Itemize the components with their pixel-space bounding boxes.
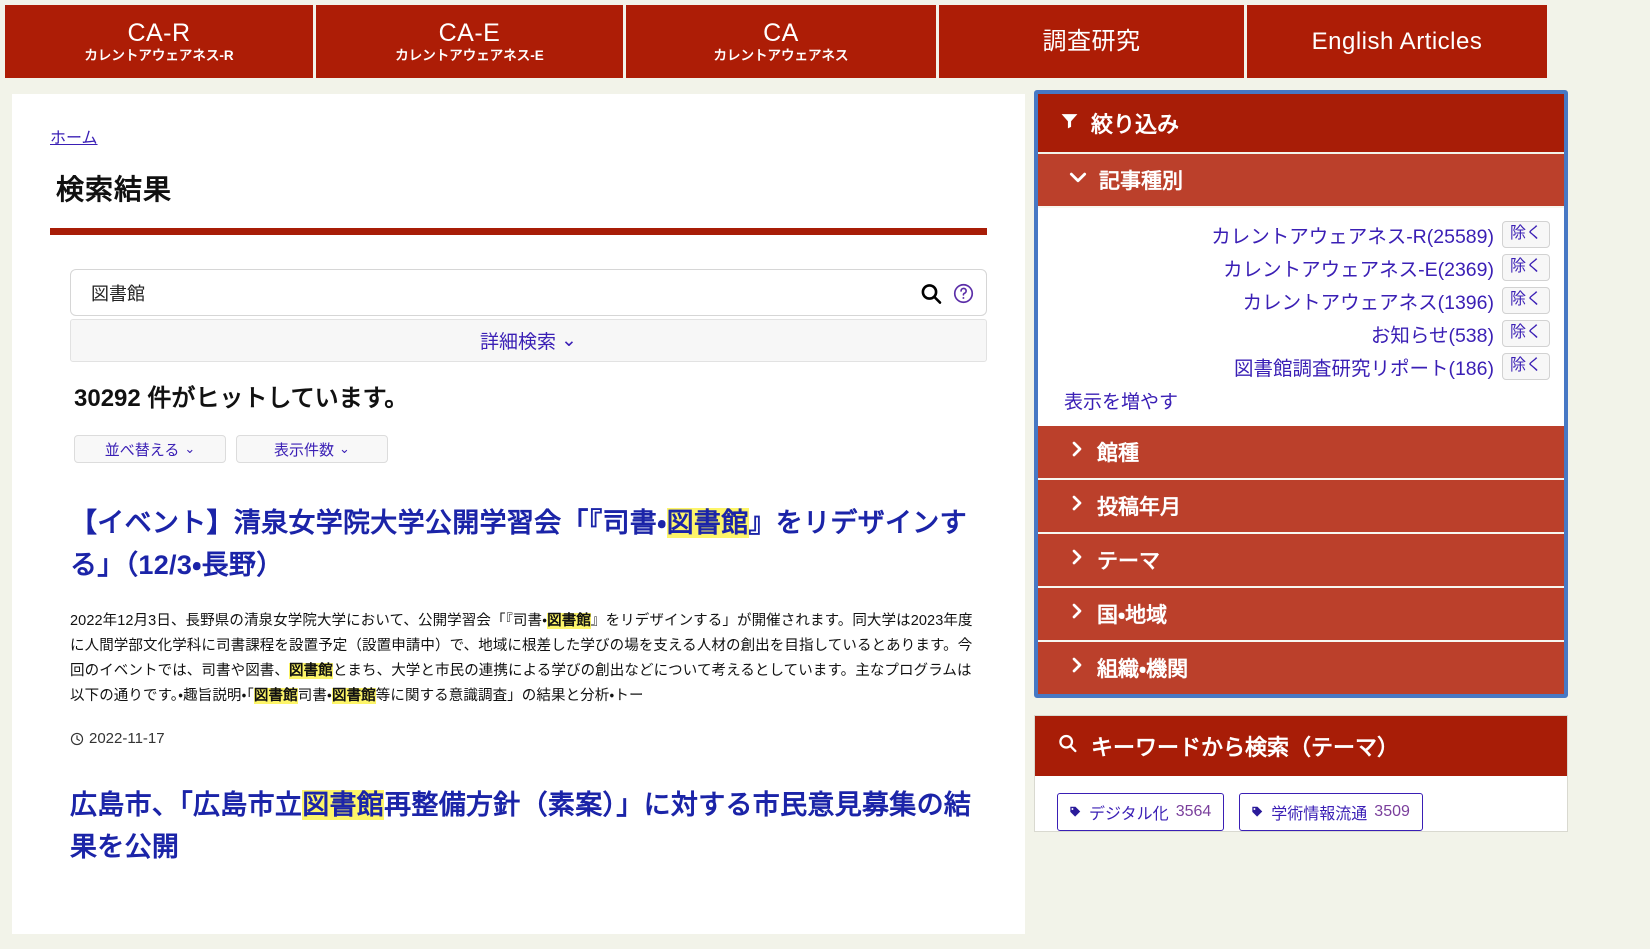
facet-item-link[interactable]: カレントアウェアネス(1396) <box>1243 286 1494 315</box>
chevron-down-icon: ⌄ <box>184 441 196 456</box>
facet-section-organization[interactable]: 組織・機関 <box>1038 642 1564 694</box>
chevron-right-icon <box>1068 548 1086 572</box>
facet-section-theme[interactable]: テーマ <box>1038 534 1564 588</box>
facet-item: 図書館調査研究リポート(186) 除く <box>1052 352 1550 381</box>
facet-section-label: 組織・機関 <box>1097 658 1189 681</box>
keyword-tag-label: 学術情報流通 <box>1271 806 1368 823</box>
nav-item-sub-label: カレントアウェアネス <box>713 48 849 64</box>
facet-item-link[interactable]: カレントアウェアネス-R(25589) <box>1211 220 1494 249</box>
filter-icon <box>1060 110 1079 136</box>
facet-item-link[interactable]: お知らせ(538) <box>1371 319 1494 348</box>
keyword-tag-count: 3564 <box>1175 803 1212 820</box>
keyword-tag-list: デジタル化 3564 学術情報流通 3509 <box>1035 776 1567 831</box>
nav-item-english-articles[interactable]: English Articles <box>1247 5 1547 78</box>
chevron-down-icon <box>1068 167 1088 193</box>
facet-item: カレントアウェアネス(1396) 除く <box>1052 286 1550 315</box>
keyword-tag[interactable]: 学術情報流通 3509 <box>1239 793 1423 831</box>
facet-exclude-button[interactable]: 除く <box>1501 286 1550 315</box>
page-title: 検索結果 <box>56 174 173 205</box>
facet-section-label: 投稿年月 <box>1097 496 1181 519</box>
sidebar: 絞り込み 記事種別 カレントアウェアネス-R(25589) 除く カレントアウェ… <box>1034 90 1568 832</box>
nav-item-main-label: 調査研究 <box>1042 27 1141 55</box>
keyword-panel-header-label: キーワードから検索（テーマ） <box>1091 735 1400 760</box>
keyword-panel-header: キーワードから検索（テーマ） <box>1035 716 1567 776</box>
chevron-down-icon: ⌄ <box>561 330 577 351</box>
facet-item: カレントアウェアネス-R(25589) 除く <box>1052 220 1550 249</box>
per-page-button[interactable]: 表示件数 ⌄ <box>236 435 388 463</box>
nav-item-research[interactable]: 調査研究 <box>939 5 1247 78</box>
advanced-search-label: 詳細検索 <box>480 332 557 353</box>
facet-section-article-type[interactable]: 記事種別 <box>1038 154 1564 208</box>
keyword-search-panel: キーワードから検索（テーマ） デジタル化 3564 学術情報流通 3509 <box>1034 715 1568 832</box>
sort-button[interactable]: 並べ替える ⌄ <box>74 435 226 463</box>
breadcrumb: ホーム <box>50 124 1025 148</box>
result-date: 2022-11-17 <box>70 730 977 747</box>
page-body: ホーム 検索結果 図書館 詳細検索 ⌄ 30292 件がヒットしています。 並べ… <box>0 78 1650 934</box>
keyword-tag[interactable]: デジタル化 3564 <box>1057 793 1225 831</box>
facet-item: カレントアウェアネス-E(2369) 除く <box>1052 253 1550 282</box>
hit-count-text: 30292 件がヒットしています。 <box>74 385 409 412</box>
nav-item-main-label: CA-E <box>438 18 501 47</box>
keyword-tag-count: 3509 <box>1374 803 1410 820</box>
chevron-right-icon <box>1068 494 1086 518</box>
facet-exclude-button[interactable]: 除く <box>1501 253 1550 282</box>
show-more-link[interactable]: 表示を増やす <box>1064 387 1178 414</box>
main-content: ホーム 検索結果 図書館 詳細検索 ⌄ 30292 件がヒットしています。 並べ… <box>12 94 1025 934</box>
facet-exclude-button[interactable]: 除く <box>1501 319 1550 348</box>
global-navigation: CA-R カレントアウェアネス-R CA-E カレントアウェアネス-E CA カ… <box>5 5 1550 78</box>
chevron-right-icon <box>1068 440 1086 464</box>
chevron-right-icon <box>1068 602 1086 626</box>
keyword-tag-label: デジタル化 <box>1089 806 1169 823</box>
nav-item-sub-label: カレントアウェアネス-R <box>84 48 234 64</box>
nav-item-ca-e[interactable]: CA-E カレントアウェアネス-E <box>316 5 626 78</box>
sort-button-label: 並べ替える <box>104 441 180 459</box>
facet-item-link[interactable]: カレントアウェアネス-E(2369) <box>1223 253 1494 282</box>
nav-item-sub-label: カレントアウェアネス-E <box>395 48 544 64</box>
facet-exclude-button[interactable]: 除く <box>1501 220 1550 249</box>
facet-item-link[interactable]: 図書館調査研究リポート(186) <box>1234 352 1494 381</box>
nav-item-ca[interactable]: CA カレントアウェアネス <box>626 5 939 78</box>
clock-icon <box>70 732 84 746</box>
facet-section-label: 国・地域 <box>1097 604 1168 627</box>
facet-panel: 絞り込み 記事種別 カレントアウェアネス-R(25589) 除く カレントアウェ… <box>1034 90 1568 698</box>
help-circle-icon[interactable] <box>953 283 974 304</box>
result-controls: 並べ替える ⌄ 表示件数 ⌄ <box>74 435 1025 463</box>
result-item: 【イベント】清泉女学院大学公開学習会「『司書・図書館』をリデザインする」（12/… <box>12 503 1025 747</box>
facet-section-post-date[interactable]: 投稿年月 <box>1038 480 1564 534</box>
search-area: 詳細検索 ⌄ <box>70 269 987 362</box>
chevron-down-icon: ⌄ <box>339 441 350 456</box>
result-title-link[interactable]: 【イベント】清泉女学院大学公開学習会「『司書・図書館』をリデザインする」（12/… <box>70 503 977 587</box>
nav-item-main-label: English Articles <box>1311 27 1483 55</box>
result-snippet: 2022年12月3日、長野県の清泉女学院大学において、公開学習会「『司書・図書館… <box>70 612 973 704</box>
search-field-wrapper[interactable] <box>70 269 987 316</box>
result-title-link[interactable]: 広島市、「広島市立図書館再整備方針（素案）」に対する市民意見募集の結果を公開 <box>70 785 977 869</box>
facet-section-country-region[interactable]: 国・地域 <box>1038 588 1564 642</box>
nav-item-ca-r[interactable]: CA-R カレントアウェアネス-R <box>5 5 316 78</box>
facet-section-body: カレントアウェアネス-R(25589) 除く カレントアウェアネス-E(2369… <box>1038 208 1564 426</box>
search-results-list: 【イベント】清泉女学院大学公開学習会「『司書・図書館』をリデザインする」（12/… <box>12 503 1025 869</box>
tag-icon <box>1068 805 1082 819</box>
result-item: 広島市、「広島市立図書館再整備方針（素案）」に対する市民意見募集の結果を公開 <box>12 785 1025 869</box>
search-icon <box>1057 733 1078 760</box>
facet-panel-header: 絞り込み <box>1038 94 1564 154</box>
title-underline-rule <box>50 228 987 235</box>
facet-panel-header-label: 絞り込み <box>1091 112 1180 137</box>
chevron-right-icon <box>1068 656 1086 680</box>
facet-section-label: 館種 <box>1097 442 1139 465</box>
result-date-text: 2022-11-17 <box>89 730 165 748</box>
nav-item-main-label: CA <box>763 18 799 47</box>
facet-section-label: テーマ <box>1097 550 1160 573</box>
advanced-search-toggle[interactable]: 詳細検索 ⌄ <box>70 319 987 362</box>
facet-exclude-button[interactable]: 除く <box>1501 352 1550 381</box>
breadcrumb-home-link[interactable]: ホーム <box>50 130 98 147</box>
nav-item-main-label: CA-R <box>127 18 191 47</box>
search-input[interactable] <box>89 281 986 304</box>
facet-section-label: 記事種別 <box>1099 170 1183 193</box>
facet-item: お知らせ(538) 除く <box>1052 319 1550 348</box>
facet-section-library-type[interactable]: 館種 <box>1038 426 1564 480</box>
search-field-icons <box>919 270 974 317</box>
search-icon[interactable] <box>919 282 943 306</box>
tag-icon <box>1250 805 1264 819</box>
per-page-button-label: 表示件数 <box>274 441 335 459</box>
